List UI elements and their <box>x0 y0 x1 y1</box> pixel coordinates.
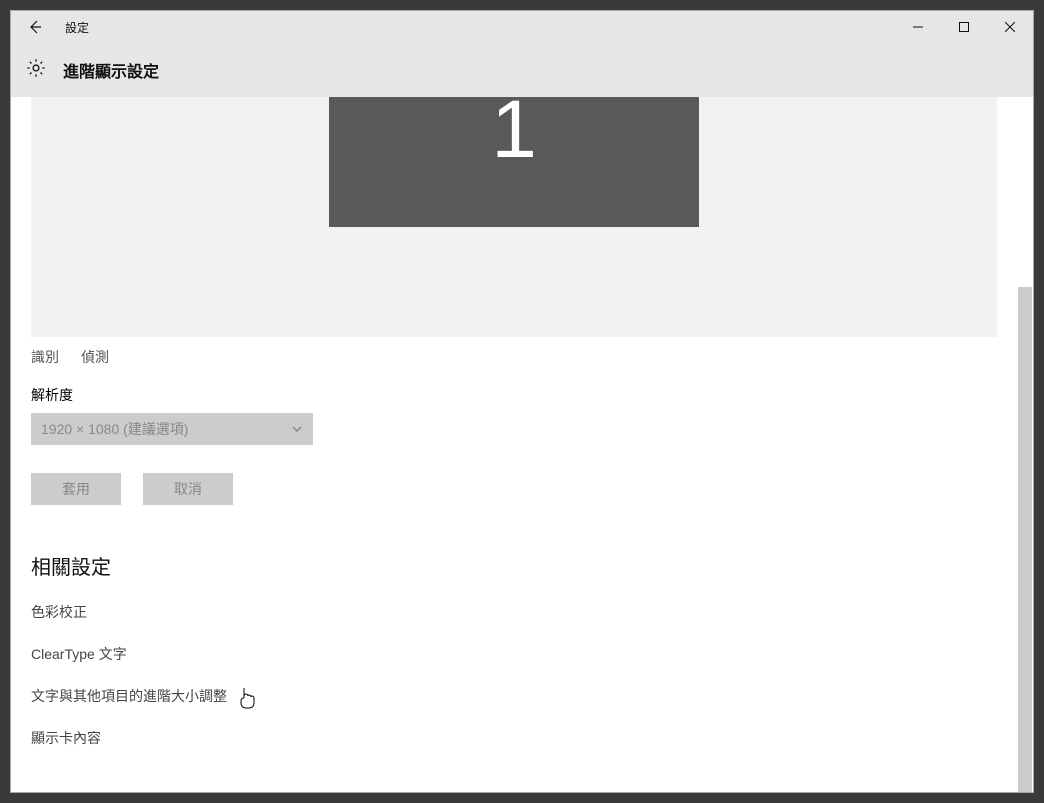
identify-detect-row: 識別 偵測 <box>31 347 997 367</box>
maximize-icon <box>959 22 969 32</box>
display-1-tile[interactable]: 1 <box>329 97 699 227</box>
content-scroll[interactable]: 1 識別 偵測 解析度 1920 × 1080 (建議選項) 套用 取消 相關設… <box>11 97 1017 792</box>
close-icon <box>1005 22 1015 32</box>
button-row: 套用 取消 <box>31 473 997 505</box>
chevron-down-icon <box>291 423 303 435</box>
scrollbar-thumb[interactable] <box>1018 287 1032 792</box>
content-wrap: 1 識別 偵測 解析度 1920 × 1080 (建議選項) 套用 取消 相關設… <box>11 97 1033 792</box>
apply-button[interactable]: 套用 <box>31 473 121 505</box>
link-color-calibration[interactable]: 色彩校正 <box>31 602 997 622</box>
resolution-dropdown[interactable]: 1920 × 1080 (建議選項) <box>31 413 313 445</box>
link-cleartype-text[interactable]: ClearType 文字 <box>31 644 997 664</box>
scrollbar[interactable] <box>1017 97 1033 792</box>
close-button[interactable] <box>987 11 1033 43</box>
maximize-button[interactable] <box>941 11 987 43</box>
identify-link[interactable]: 識別 <box>31 347 59 367</box>
minimize-button[interactable] <box>895 11 941 43</box>
link-display-adapter[interactable]: 顯示卡內容 <box>31 728 997 748</box>
detect-link[interactable]: 偵測 <box>81 347 109 367</box>
display-arrangement-area[interactable]: 1 <box>31 97 997 337</box>
gear-icon <box>25 57 47 84</box>
related-settings-heading: 相關設定 <box>31 551 997 580</box>
back-button[interactable] <box>11 11 59 43</box>
display-number: 1 <box>491 97 537 163</box>
resolution-label: 解析度 <box>31 385 997 405</box>
window-title: 設定 <box>59 19 89 36</box>
titlebar: 設定 <box>11 11 1033 43</box>
minimize-icon <box>913 22 923 32</box>
page-title: 進階顯示設定 <box>63 58 159 82</box>
settings-window: 設定 進階顯示設定 1 <box>10 10 1034 793</box>
window-controls <box>895 11 1033 43</box>
page-header: 進階顯示設定 <box>11 43 1033 97</box>
arrow-left-icon <box>27 19 43 35</box>
resolution-value: 1920 × 1080 (建議選項) <box>41 419 188 439</box>
cancel-button[interactable]: 取消 <box>143 473 233 505</box>
link-advanced-sizing[interactable]: 文字與其他項目的進階大小調整 <box>31 686 997 706</box>
